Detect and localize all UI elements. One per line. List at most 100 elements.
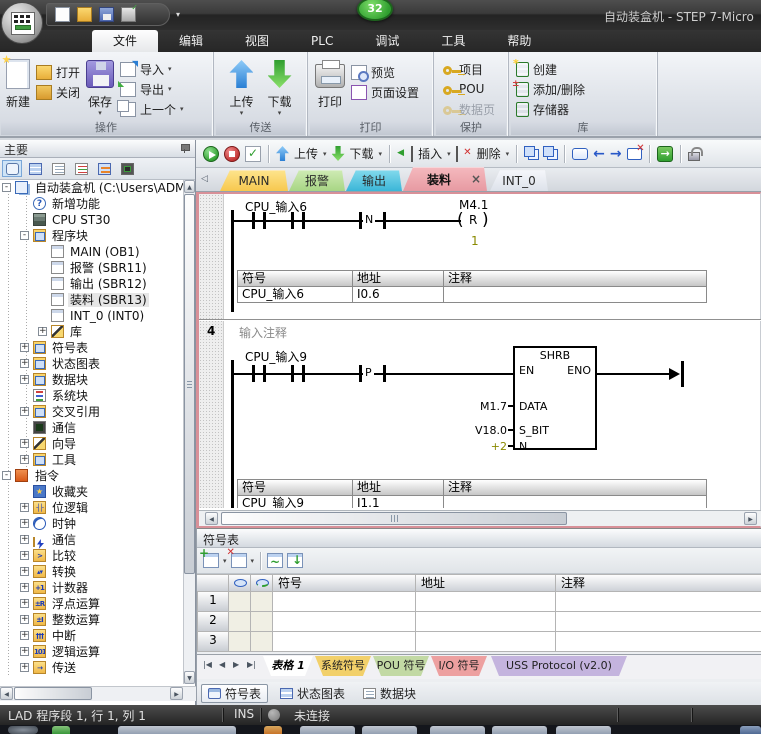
new-file-icon[interactable] [55, 7, 70, 22]
tree-item-sbr12[interactable]: 输出 (SBR12) [0, 276, 184, 292]
new-button[interactable]: 新建 [3, 56, 33, 111]
sheet-first-icon[interactable]: |◀ [203, 660, 212, 669]
tree-item-sbr13[interactable]: 装料 (SBR13) [0, 292, 184, 308]
upload-small-icon[interactable] [276, 146, 289, 161]
upload-button[interactable]: 上传▾ [226, 56, 256, 117]
taskbar-button[interactable] [362, 726, 417, 734]
selection-box-icon[interactable] [572, 148, 588, 160]
tree-item-cross-reference[interactable]: +交叉引用 [0, 404, 184, 420]
save-icon[interactable] [99, 7, 114, 22]
upload-dropdown-icon[interactable]: ▾ [323, 151, 327, 157]
tree-vertical-scrollbar[interactable]: ▲ ▼ [183, 180, 195, 684]
view-status-chart-button[interactable]: 状态图表 [274, 684, 351, 703]
tree-item-favorites[interactable]: ★收藏夹 [0, 484, 184, 500]
library-create-button[interactable]: 创建 [513, 59, 588, 79]
tab-scroll-left-icon[interactable]: ◁ [201, 174, 208, 184]
contact-symbol[interactable] [252, 365, 255, 382]
delete-table-dropdown-icon[interactable]: ▾ [251, 558, 255, 564]
tab-output[interactable]: 输出 [346, 170, 402, 191]
insert-row-icon[interactable] [267, 553, 283, 568]
download-dropdown-icon[interactable]: ▾ [379, 151, 383, 157]
run-button[interactable] [203, 146, 219, 162]
tree-expander[interactable]: + [20, 647, 29, 656]
grid-cell[interactable] [556, 612, 761, 632]
tree-expander[interactable]: + [20, 359, 29, 368]
open-file-icon[interactable] [77, 7, 92, 22]
redo-icon[interactable]: → [610, 146, 622, 162]
tree-item-tools[interactable]: +工具 [0, 452, 184, 468]
shrb-instruction-box[interactable]: SHRB EN ENO DATA S_BIT N [513, 346, 597, 450]
grid-cell[interactable] [273, 612, 416, 632]
communication-view-button[interactable] [117, 160, 137, 177]
scroll-left-icon[interactable]: ◀ [205, 512, 218, 525]
delete-button[interactable]: 删除 [477, 145, 501, 162]
open-button[interactable]: 打开 [33, 62, 83, 82]
download-button[interactable]: 下载▾ [265, 56, 295, 117]
grid-cell[interactable] [416, 612, 556, 632]
taskbar-button[interactable] [430, 726, 485, 734]
tree-expander[interactable]: + [20, 551, 29, 560]
contact-symbol[interactable] [291, 212, 294, 229]
tree-expander[interactable]: + [20, 663, 29, 672]
tree-expander[interactable]: + [20, 599, 29, 608]
import-button[interactable]: 导入▾ [117, 59, 187, 79]
stop-button[interactable] [224, 146, 240, 162]
menu-tools[interactable]: 工具 [420, 30, 486, 52]
tab-int0[interactable]: INT_0 [490, 170, 548, 191]
tree-item-communication[interactable]: 通信 [0, 420, 184, 436]
tree-item-status-chart[interactable]: +状态图表 [0, 356, 184, 372]
tree-item-convert[interactable]: +▴▾转换 [0, 564, 184, 580]
protect-pou-button[interactable]: POU [438, 79, 498, 99]
tree-item-symbol-table[interactable]: +符号表 [0, 340, 184, 356]
tree-item-data-block[interactable]: +数据块 [0, 372, 184, 388]
tree-expander[interactable]: + [20, 439, 29, 448]
insert-icon[interactable] [397, 146, 413, 162]
download-small-icon[interactable] [332, 146, 345, 161]
grid-cell[interactable] [556, 592, 761, 612]
scrollbar-thumb[interactable] [221, 512, 567, 525]
view-symbol-table-button[interactable]: 符号表 [201, 684, 268, 703]
import-symbols-icon[interactable] [287, 553, 303, 568]
scroll-right-icon[interactable]: ▶ [744, 512, 757, 525]
grid-cell[interactable] [273, 592, 416, 612]
ladder-editor[interactable]: CPU_输入6 N M4.1 ( R ) 1 符号 地址 注释 CPU_输入6 … [196, 192, 761, 528]
library-memory-button[interactable]: 存储器 [513, 99, 588, 119]
tile-windows-icon[interactable] [543, 146, 554, 157]
edge-contact-symbol[interactable] [359, 212, 362, 229]
tree-expander[interactable]: - [20, 231, 29, 240]
data-block-view-button[interactable] [71, 160, 91, 177]
taskbar-button[interactable] [118, 726, 236, 734]
upload-toolbar-button[interactable]: 上传 [294, 145, 318, 162]
add-table-dropdown-icon[interactable]: ▾ [223, 558, 227, 564]
tree-expander[interactable]: + [20, 343, 29, 352]
grid-cell[interactable] [556, 632, 761, 652]
tree-item-instructions[interactable]: -指令 [0, 468, 184, 484]
tree-item-int0[interactable]: INT_0 (INT0) [0, 308, 184, 324]
tree-item-comm-instr[interactable]: +通信 [0, 532, 184, 548]
tree-expander[interactable]: + [20, 535, 29, 544]
close-button[interactable]: 关闭 [33, 82, 83, 102]
taskbar-button[interactable] [492, 726, 547, 734]
tab-close-icon[interactable]: × [471, 172, 481, 186]
sheet-tab-uss-protocol[interactable]: USS Protocol (v2.0) [491, 656, 627, 676]
page-setup-button[interactable]: 页面设置 [348, 82, 422, 102]
sheet-tab-io-symbols[interactable]: I/O 符号 [431, 656, 487, 676]
insert-dropdown-icon[interactable]: ▾ [447, 151, 451, 157]
tree-item-program-block[interactable]: -程序块 [0, 228, 184, 244]
tree-item-bit-logic[interactable]: +┤├位逻辑 [0, 500, 184, 516]
tree-item-integer-math[interactable]: +±I整数运算 [0, 612, 184, 628]
tree-expander[interactable]: + [20, 567, 29, 576]
tree-item-wizard[interactable]: +向导 [0, 436, 184, 452]
symbol-table-view-button[interactable] [25, 160, 45, 177]
tree-item-sbr11[interactable]: 报警 (SBR11) [0, 260, 184, 276]
tree-expander[interactable]: - [2, 471, 11, 480]
tree-item-counter[interactable]: ++1计数器 [0, 580, 184, 596]
qat-dropdown-icon[interactable]: ▾ [176, 10, 180, 19]
tree-item-float-math[interactable]: +±R浮点运算 [0, 596, 184, 612]
sheet-last-icon[interactable]: ▶| [247, 660, 256, 669]
undo-icon[interactable]: ← [593, 146, 605, 162]
print-button[interactable]: 打印 [312, 56, 348, 111]
tree-item-clock[interactable]: +时钟 [0, 516, 184, 532]
scroll-down-icon[interactable]: ▼ [184, 671, 195, 684]
taskbar-button[interactable] [264, 726, 282, 734]
